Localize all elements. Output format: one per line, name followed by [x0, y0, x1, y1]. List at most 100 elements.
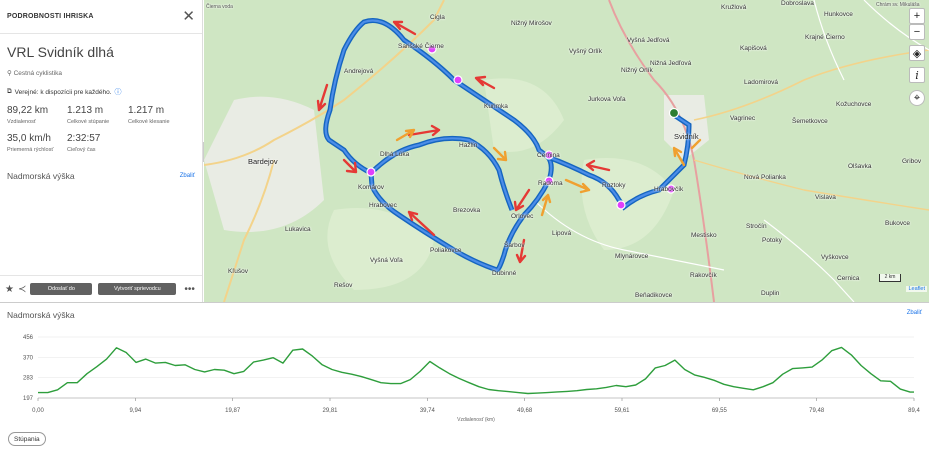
map-place-label: Mlynárovce — [615, 253, 649, 260]
stat-descent: 1.217 m Celkové klesanie — [128, 105, 190, 125]
map-place-label: Rešov — [334, 282, 353, 289]
zoom-out-button[interactable]: − — [909, 24, 925, 40]
map-place-label: Andrejová — [344, 68, 374, 75]
create-guide-button[interactable]: Vytvoriť sprievodcu — [98, 283, 177, 295]
map-place-label: Vyškovce — [821, 254, 849, 261]
map-place-label: Rakovčík — [690, 272, 717, 279]
map-place-label: Ladomirová — [744, 79, 778, 86]
map-place-label: Čierna voda — [206, 4, 233, 10]
map-place-label: Nová Polianka — [744, 174, 786, 181]
map-place-label: Vagrinec — [730, 115, 756, 122]
map-place-label: Vyšný Orlík — [569, 48, 602, 55]
x-tick-label: 49,68 — [517, 408, 533, 414]
map-place-label: Nižný Orlík — [621, 67, 653, 74]
route-name: VRL Svidník dlhá — [7, 44, 114, 60]
map-place-label: Kožuchovce — [836, 101, 872, 108]
route-type: ⚲ Cestná cyklistika — [7, 69, 195, 77]
waypoint-marker — [453, 75, 463, 85]
map-place-label: Bardejov — [248, 157, 278, 166]
share-icon[interactable]: ≺ — [18, 284, 26, 295]
map-place-label: Mestisko — [691, 232, 717, 239]
y-tick-label: 197 — [23, 396, 34, 402]
x-axis-label: Vzdialenosť (km) — [457, 417, 495, 423]
panel-elevation-toggle[interactable]: Zbaliť — [180, 173, 195, 179]
stat-label: Celkové klesanie — [128, 119, 170, 125]
map-place-label: Komárov — [358, 184, 385, 191]
stat-speed: 35,0 km/h Priemerná rýchlosť — [7, 133, 67, 153]
panel-footer: ★ ≺ Odoslať do Vytvoriť sprievodcu ••• — [0, 275, 202, 302]
map-place-label: Nižná Jedľová — [650, 60, 692, 67]
map-place-label: Šarbov — [504, 242, 525, 249]
waypoint-marker — [616, 200, 626, 210]
map-place-label: Cernica — [837, 275, 860, 282]
panel-title: PODROBNOSTI IHRISKA — [7, 13, 94, 20]
stat-label: Priemerná rýchlosť — [7, 147, 54, 153]
stat-label: Cieľový čas — [67, 147, 96, 153]
info-icon[interactable]: ⓘ — [115, 87, 122, 97]
map-place-label: Roztoky — [602, 182, 626, 189]
zoom-in-button[interactable]: + — [909, 8, 925, 24]
route-details-panel: PODROBNOSTI IHRISKA ✕ VRL Svidník dlhá ⚲… — [0, 0, 203, 302]
map-place-label: Šemetkovce — [792, 118, 828, 125]
x-tick-label: 59,61 — [614, 408, 630, 414]
x-tick-label: 0,00 — [32, 408, 44, 414]
layers-icon[interactable]: ◈ — [909, 45, 925, 61]
close-icon[interactable]: ✕ — [182, 9, 195, 24]
map-place-label: Nižný Mirošov — [511, 20, 552, 27]
x-tick-label: 39,74 — [420, 408, 436, 414]
map-place-label: Duplin — [761, 290, 780, 297]
map-place-label: Stročín — [746, 223, 767, 230]
map-place-label: Vyšná Jedľová — [627, 37, 670, 44]
stat-distance: 89,22 km Vzdialenosť — [7, 105, 67, 125]
panel-header: PODROBNOSTI IHRISKA ✕ — [0, 0, 202, 34]
locate-icon[interactable]: ⌖ — [909, 90, 925, 106]
more-icon[interactable]: ••• — [184, 284, 195, 295]
map-place-label: Gribov — [902, 158, 922, 165]
map-place-label: Poliakovce — [430, 247, 462, 254]
visibility-label: Verejné: k dispozícii pre každého. — [14, 88, 112, 96]
elevation-profile-line — [38, 346, 914, 395]
panel-elevation-row: Nadmorská výška Zbaliť — [7, 171, 195, 181]
climbs-selector[interactable]: Stúpania — [8, 432, 46, 446]
star-icon[interactable]: ★ — [5, 284, 14, 295]
map-place-label: Radoma — [538, 180, 563, 187]
map-place-label: Kapišová — [740, 45, 767, 52]
x-tick-label: 89,4 — [908, 408, 920, 414]
map-place-label: Orlovec — [511, 213, 534, 220]
map-attribution[interactable]: Leaflet — [906, 286, 927, 292]
map-place-label: Cernina — [537, 152, 560, 159]
map-place-label: Vislava — [815, 194, 836, 201]
share-icon: ⧉ — [7, 88, 12, 95]
send-to-button[interactable]: Odoslať do — [30, 283, 93, 295]
map-place-label: Sarišské Čierne — [398, 43, 444, 50]
stat-ascent: 1.213 m Celkové stúpanie — [67, 105, 128, 125]
waypoint-marker — [366, 167, 376, 177]
map-place-label: Kľušov — [228, 268, 248, 275]
stat-value: 89,22 km — [7, 105, 49, 116]
map-place-label: Cigla — [430, 14, 445, 21]
map-place-label: Olšavka — [848, 163, 872, 170]
map-place-label: Beňadikovce — [635, 292, 673, 299]
map-place-label: Hažlín — [459, 142, 478, 149]
stat-label: Vzdialenosť — [7, 119, 36, 125]
x-tick-label: 29,81 — [322, 408, 338, 414]
map-place-label: Lukavica — [285, 226, 311, 233]
bike-icon: ⚲ — [7, 70, 12, 77]
map-place-label: Potoky — [762, 237, 782, 244]
info-button[interactable]: i — [909, 67, 925, 83]
map-place-label: Vyšná Voľa — [370, 257, 403, 264]
map-place-label: Bukovce — [885, 220, 910, 227]
elevation-panel: Nadmorská výška Zbaliť 456 370 283 197 0,00 9… — [0, 302, 929, 452]
stat-label: Celkové stúpanie — [67, 119, 110, 125]
map-place-label: Kružlová — [721, 4, 747, 11]
elevation-chart: 456 370 283 197 0,00 9,94 19,87 29,81 39,74 49,68… — [23, 335, 921, 423]
map-view[interactable]: Čierna voda Cigla Nižný Mirošov Kružlová Dob… — [204, 0, 929, 302]
stat-time: 2:32:57 Cieľový čas — [67, 133, 128, 153]
map-place-label: Krajné Čierno — [805, 34, 845, 41]
route-type-label: Cestná cyklistika — [13, 70, 62, 77]
panel-elevation-title: Nadmorská výška — [7, 171, 75, 181]
x-tick-label: 19,87 — [225, 408, 241, 414]
map-place-label: Dlhá Lúka — [380, 151, 410, 158]
x-tick-label: 79,48 — [809, 408, 825, 414]
map-place-label: Hunkovce — [824, 11, 853, 18]
